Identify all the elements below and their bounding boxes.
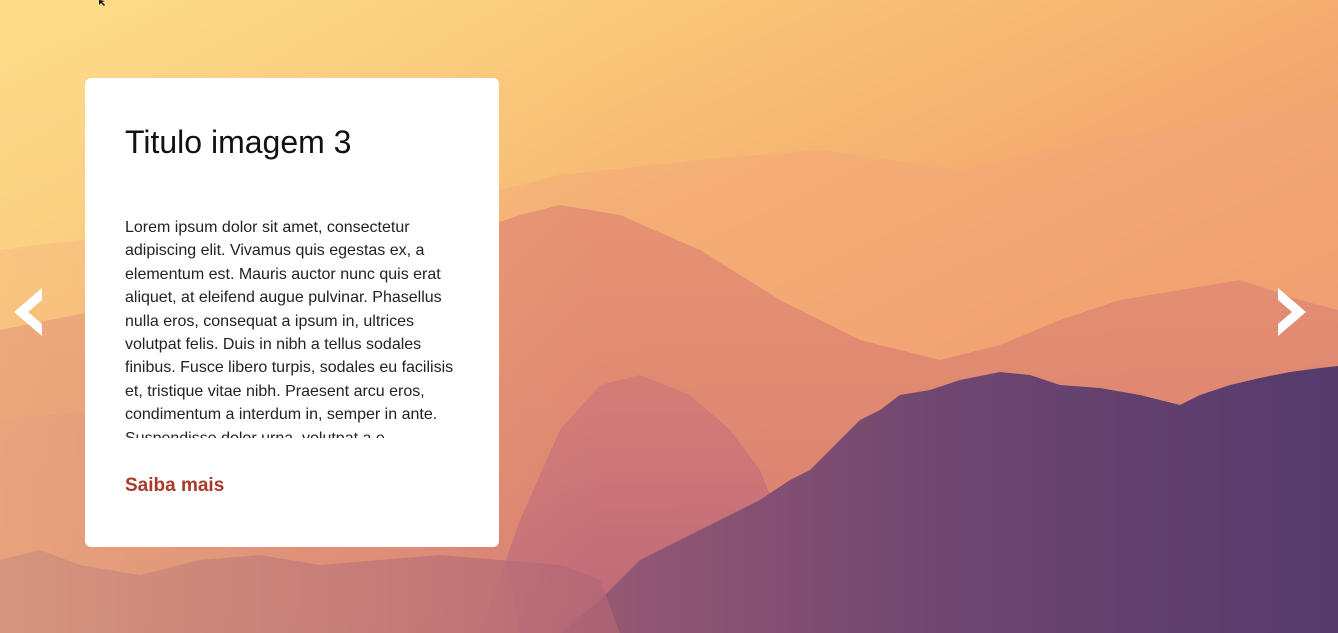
next-slide-button[interactable] — [1272, 286, 1312, 338]
image-slider: Titulo imagem 3 Lorem ipsum dolor sit am… — [0, 0, 1338, 633]
slide-description: Lorem ipsum dolor sit amet, consectetur … — [125, 219, 454, 438]
slide-title: Titulo imagem 3 — [125, 124, 352, 160]
chevron-left-icon — [14, 288, 42, 336]
chevron-right-icon — [1278, 288, 1306, 336]
previous-slide-button[interactable] — [8, 286, 48, 338]
learn-more-link[interactable]: Saiba mais — [125, 475, 224, 497]
slide-caption-card: Titulo imagem 3 Lorem ipsum dolor sit am… — [85, 78, 499, 547]
mouse-cursor-icon — [99, 0, 105, 6]
